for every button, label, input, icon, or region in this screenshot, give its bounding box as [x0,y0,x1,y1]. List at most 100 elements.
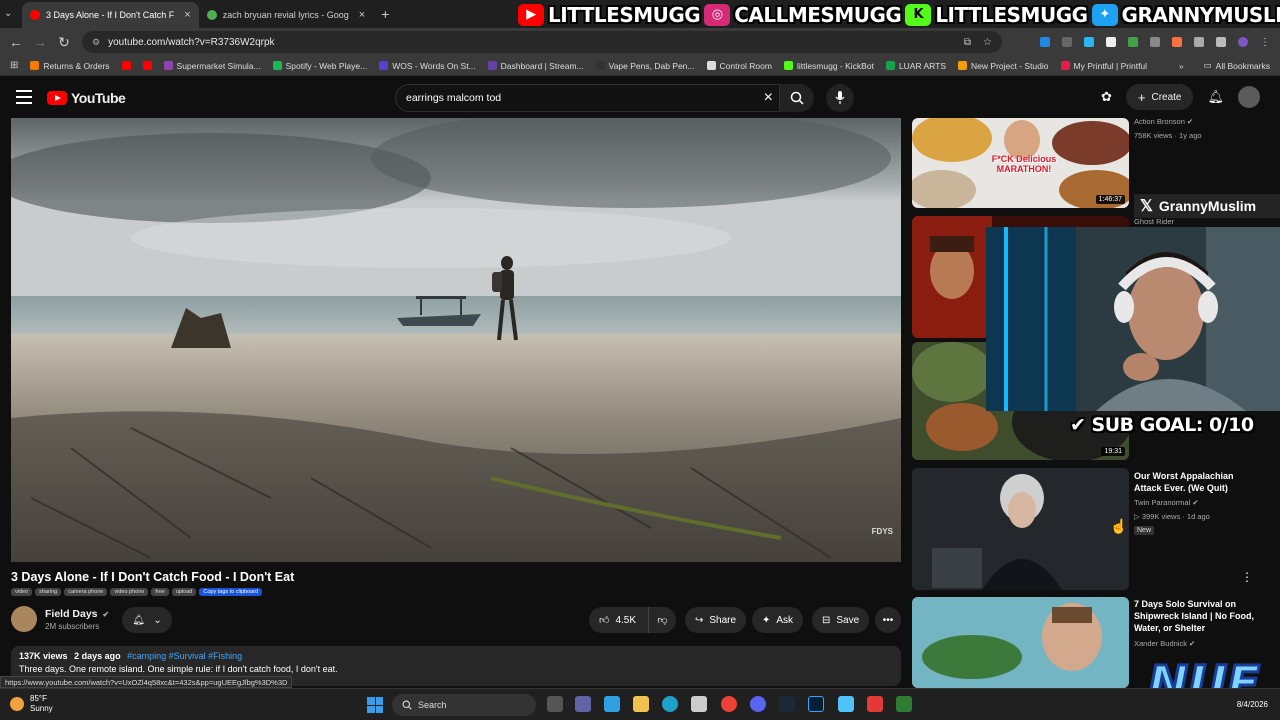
recommendation-thumbnail[interactable]: F*CK Delicious MARATHON! 1:46:37 [912,118,1129,208]
bookmark-favicon-icon [706,61,716,70]
extension-icon[interactable] [1172,36,1182,47]
extension-icon[interactable] [1040,36,1050,47]
tab-list-icon[interactable]: ⌄ [4,8,12,19]
tag-chip[interactable]: video phone [110,588,149,596]
profile-avatar-icon[interactable] [1238,36,1248,47]
recommendation-title[interactable]: 7 Days Solo Survival on Shipwreck Island… [1134,598,1264,634]
bookmark-item[interactable]: WOS - Words On St... [379,61,476,71]
recommendation-thumbnail[interactable] [912,468,1129,590]
video-player[interactable]: FDYS [11,118,901,562]
channel-avatar[interactable] [11,606,37,632]
install-app-icon[interactable]: ⧉ [964,37,971,48]
file-explorer-icon[interactable] [633,696,649,712]
tag-chip[interactable]: free [151,588,169,596]
bookmark-item[interactable]: Dashboard | Stream... [487,61,584,71]
bookmark-item[interactable]: Supermarket Simula... [163,61,261,71]
like-button[interactable]: 👍︎ 4.5K [589,607,648,633]
create-button[interactable]: + Create [1125,84,1194,110]
url-field[interactable]: ⚙ youtube.com/watch?v=R3736W2qrpk ⧉ ☆ [82,31,1002,53]
extensions-puzzle-icon[interactable] [1194,36,1204,47]
tag-chip[interactable]: camera phone [64,588,108,596]
thumbs-down-icon: 👎︎ [657,615,668,626]
recommendation-thumbnail[interactable] [912,597,1129,688]
recommendation-channel[interactable]: Twin Paranormal ✔ [1134,498,1199,507]
apps-grid-icon[interactable]: ⊞ [10,60,18,71]
tag-chip[interactable]: sharing [35,588,62,596]
bookmark-item[interactable]: New Project - Studio [958,61,1049,71]
person-thumbnail-art [912,468,1129,590]
media-icon[interactable] [1216,36,1226,47]
recommendation-channel[interactable]: Action Bronson ✔ [1134,117,1193,126]
subscription-bell-button[interactable]: 🔔︎ ⌄ [122,607,172,633]
more-options-icon[interactable]: ⋮ [1241,570,1253,584]
search-button[interactable] [780,84,814,112]
bookmark-item[interactable] [121,61,131,71]
bookmark-item[interactable]: Control Room [706,61,772,71]
site-info-icon[interactable]: ⚙ [92,37,100,48]
discord-icon[interactable] [750,696,766,712]
new-tab-button[interactable]: + [381,6,389,22]
google-favicon-icon [206,10,217,20]
bookmark-item[interactable]: Spotify - Web Playe... [272,61,367,71]
back-icon[interactable]: ← [4,34,28,50]
bookmark-item[interactable]: Returns & Orders [30,61,110,71]
tag-chip[interactable]: video [11,588,33,596]
recommendation-channel[interactable]: Xander Budnick ✔ [1134,639,1195,648]
save-button[interactable]: ⊟ Save [812,607,870,633]
browser-tab-active[interactable]: 3 Days Alone - If I Don't Catch F × [22,2,199,28]
recommendation-title[interactable]: Our Worst Appalachian Attack Ever. (We Q… [1134,470,1246,494]
browser-menu-icon[interactable]: ⋮ [1260,37,1270,48]
hamburger-menu-icon[interactable] [16,90,32,104]
more-actions-button[interactable]: ••• [875,607,901,633]
channel-name-row[interactable]: Field Days ✔ [45,608,109,620]
steam-icon[interactable] [779,696,795,712]
video-title: 3 Days Alone - If I Don't Catch Food - I… [11,570,295,584]
all-bookmarks-button[interactable]: ▭ All Bookmarks [1204,60,1270,71]
recommendation-channel[interactable]: Ghost Rider [1134,217,1174,226]
extension-icon[interactable] [1128,36,1138,47]
youtube-logo[interactable]: YouTube [47,90,126,106]
dislike-button[interactable]: 👎︎ [648,607,676,633]
photoshop-icon[interactable] [808,696,824,712]
weather-widget[interactable]: 85°F Sunny [10,694,53,714]
extension-gear-icon[interactable]: ✿ [1101,89,1112,105]
taskbar-clock[interactable]: 8/4/2026 [1237,700,1268,709]
voice-search-button[interactable] [826,84,854,112]
tag-chip[interactable]: upload [171,588,197,596]
app-icon[interactable] [867,696,883,712]
extension-icon[interactable] [1084,36,1094,47]
search-input[interactable]: earrings malcom tod × [395,84,780,112]
notepad-icon[interactable] [838,696,854,712]
clear-search-icon[interactable]: × [764,89,773,107]
chrome-icon[interactable] [721,696,737,712]
notifications-bell-icon[interactable]: 🔔︎ [1207,89,1224,105]
copilot-icon[interactable] [604,696,620,712]
ask-button[interactable]: ✦ Ask [752,607,804,633]
edge-icon[interactable] [662,696,678,712]
bookmark-item[interactable]: LUAR ARTS [885,61,946,71]
share-button[interactable]: ↪ Share [685,607,747,633]
windows-start-button[interactable] [367,697,383,713]
hashtags[interactable]: #camping #Survival #Fishing [127,651,242,661]
store-icon[interactable] [691,696,707,712]
bookmark-item[interactable]: Vape Pens, Dab Pen... [595,61,695,71]
bookmark-star-icon[interactable]: ☆ [983,37,992,48]
close-tab-icon[interactable]: × [184,9,190,21]
more-bookmarks-icon[interactable]: » [1179,61,1184,71]
bookmark-item[interactable]: littlesmugg - KickBot [783,61,874,71]
browser-tab[interactable]: zach bryuan revial lyrics - Goog × [199,2,374,28]
reload-icon[interactable]: ↻ [52,34,76,51]
bookmark-item[interactable]: My Printful | Printful [1060,61,1147,71]
extension-icon[interactable] [1106,36,1116,47]
bookmark-item[interactable] [142,61,152,71]
account-avatar[interactable] [1238,86,1260,108]
teams-icon[interactable] [575,696,591,712]
taskbar-search[interactable]: Search [392,694,536,716]
app-icon[interactable] [896,696,912,712]
task-view-icon[interactable] [547,696,563,712]
extension-icon[interactable] [1062,36,1072,47]
copy-tags-button[interactable]: Copy tags to clipboard [199,588,263,596]
extension-icon[interactable] [1150,36,1160,47]
forward-icon[interactable]: → [28,34,52,50]
close-tab-icon[interactable]: × [359,9,365,21]
